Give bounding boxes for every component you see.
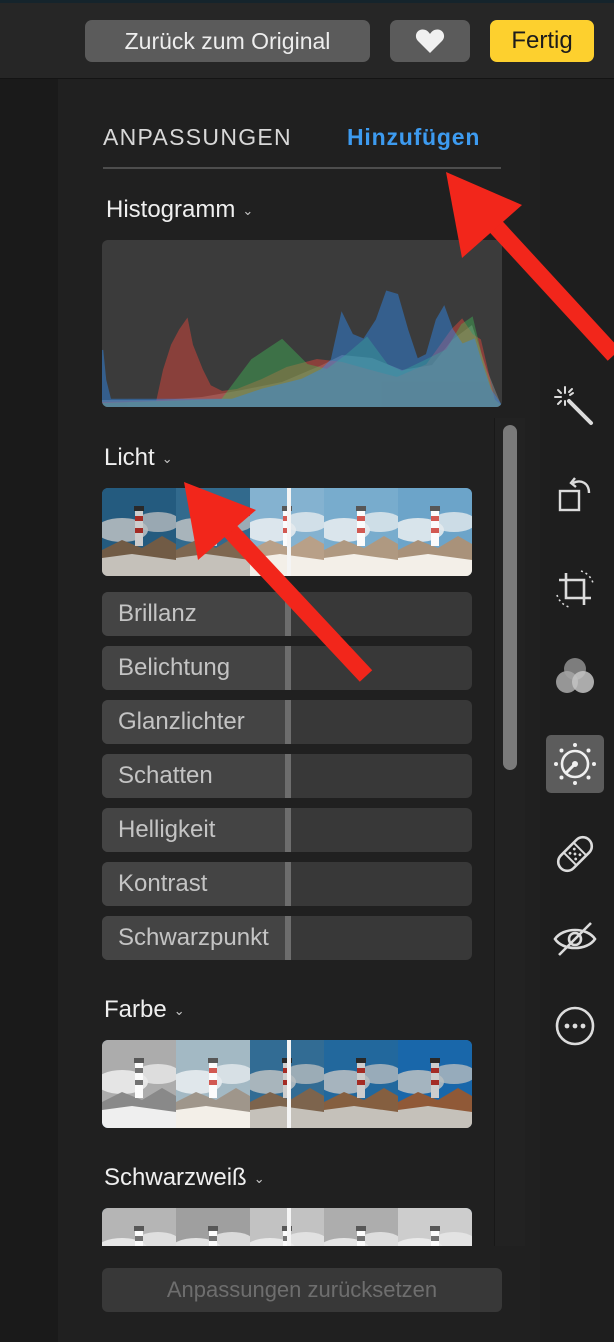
- favorite-button[interactable]: [390, 20, 470, 62]
- chevron-down-icon: ⌄: [253, 1171, 265, 1186]
- tool-adjust[interactable]: [546, 735, 604, 793]
- color-preview-strip[interactable]: [102, 1040, 472, 1128]
- adjust-icon: [554, 743, 596, 785]
- filters-icon: [556, 658, 594, 693]
- light-section-title: Licht: [104, 444, 155, 471]
- histogram-header[interactable]: Histogramm ⌄: [106, 196, 253, 224]
- preview-thumbnail: [102, 488, 176, 576]
- slider-label: Schwarzpunkt: [118, 924, 269, 951]
- straighten-crop-icon: [556, 570, 594, 608]
- preview-strip-marker[interactable]: [287, 488, 291, 576]
- tool-crop[interactable]: [546, 560, 604, 618]
- preview-strip-marker[interactable]: [287, 1040, 291, 1128]
- slider-label: Helligkeit: [118, 816, 216, 843]
- left-gutter: [0, 79, 58, 1342]
- retouch-bandage-icon: [556, 835, 594, 873]
- slider-schwarzpunkt[interactable]: Schwarzpunkt: [102, 916, 472, 960]
- rotate-icon: [558, 477, 591, 512]
- tool-retouch[interactable]: [546, 825, 604, 883]
- light-section-header[interactable]: Licht ⌄: [104, 444, 173, 472]
- tab-add[interactable]: Hinzufügen: [347, 124, 480, 151]
- chevron-down-icon: ⌄: [161, 451, 173, 466]
- done-button[interactable]: Fertig: [490, 20, 594, 62]
- slider-handle[interactable]: [285, 754, 291, 798]
- color-section-title: Farbe: [104, 996, 167, 1023]
- preview-thumbnail: [102, 1040, 176, 1128]
- color-section-header[interactable]: Farbe ⌄: [104, 996, 185, 1024]
- tool-sidebar: [540, 79, 614, 1342]
- preview-thumbnail: [398, 1040, 472, 1128]
- slider-glanzlichter[interactable]: Glanzlichter: [102, 700, 472, 744]
- slider-handle[interactable]: [285, 592, 291, 636]
- slider-handle[interactable]: [285, 700, 291, 744]
- preview-thumbnail: [176, 1208, 250, 1246]
- tool-red-eye[interactable]: [546, 910, 604, 968]
- histogram: [102, 240, 502, 407]
- slider-kontrast[interactable]: Kontrast: [102, 862, 472, 906]
- tool-enhance[interactable]: [546, 378, 604, 436]
- bw-section-title: Schwarzweiß: [104, 1164, 247, 1191]
- tool-rotate[interactable]: [546, 466, 604, 524]
- tool-filters[interactable]: [546, 648, 604, 706]
- preview-thumbnail: [176, 1040, 250, 1128]
- slider-handle[interactable]: [285, 646, 291, 690]
- preview-thumbnail: [176, 488, 250, 576]
- light-preview-strip[interactable]: [102, 488, 472, 576]
- bw-section-header[interactable]: Schwarzweiß ⌄: [104, 1164, 265, 1192]
- slider-handle[interactable]: [285, 862, 291, 906]
- histogram-title: Histogramm: [106, 196, 236, 223]
- slider-label: Kontrast: [118, 870, 208, 897]
- chevron-down-icon: ⌄: [173, 1003, 185, 1018]
- scrollbar-thumb[interactable]: [503, 425, 517, 770]
- preview-thumbnail: [324, 1040, 398, 1128]
- red-eye-icon: [553, 922, 597, 956]
- slider-handle[interactable]: [285, 916, 291, 960]
- revert-to-original-button[interactable]: Zurück zum Original: [85, 20, 370, 62]
- heart-icon: [415, 29, 445, 53]
- slider-schatten[interactable]: Schatten: [102, 754, 472, 798]
- slider-label: Glanzlichter: [118, 708, 245, 735]
- tab-divider: [103, 167, 501, 169]
- bw-preview-strip[interactable]: [102, 1208, 472, 1246]
- tab-adjustments[interactable]: ANPASSUNGEN: [103, 124, 292, 151]
- top-divider: [0, 0, 614, 3]
- slider-label: Schatten: [118, 762, 213, 789]
- preview-thumbnail: [398, 1208, 472, 1246]
- slider-helligkeit[interactable]: Helligkeit: [102, 808, 472, 852]
- preview-thumbnail: [398, 488, 472, 576]
- magic-wand-icon: [554, 386, 593, 425]
- tool-more[interactable]: [546, 997, 604, 1055]
- more-icon: [555, 1006, 595, 1046]
- slider-brillanz[interactable]: Brillanz: [102, 592, 472, 636]
- preview-thumbnail: [324, 1208, 398, 1246]
- preview-thumbnail: [102, 1208, 176, 1246]
- slider-label: Belichtung: [118, 654, 231, 681]
- preview-strip-marker[interactable]: [287, 1208, 291, 1246]
- chevron-down-icon: ⌄: [242, 203, 254, 218]
- preview-thumbnail: [324, 488, 398, 576]
- slider-belichtung[interactable]: Belichtung: [102, 646, 472, 690]
- slider-handle[interactable]: [285, 808, 291, 852]
- slider-label: Brillanz: [118, 600, 197, 627]
- reset-adjustments-button[interactable]: Anpassungen zurücksetzen: [102, 1268, 502, 1312]
